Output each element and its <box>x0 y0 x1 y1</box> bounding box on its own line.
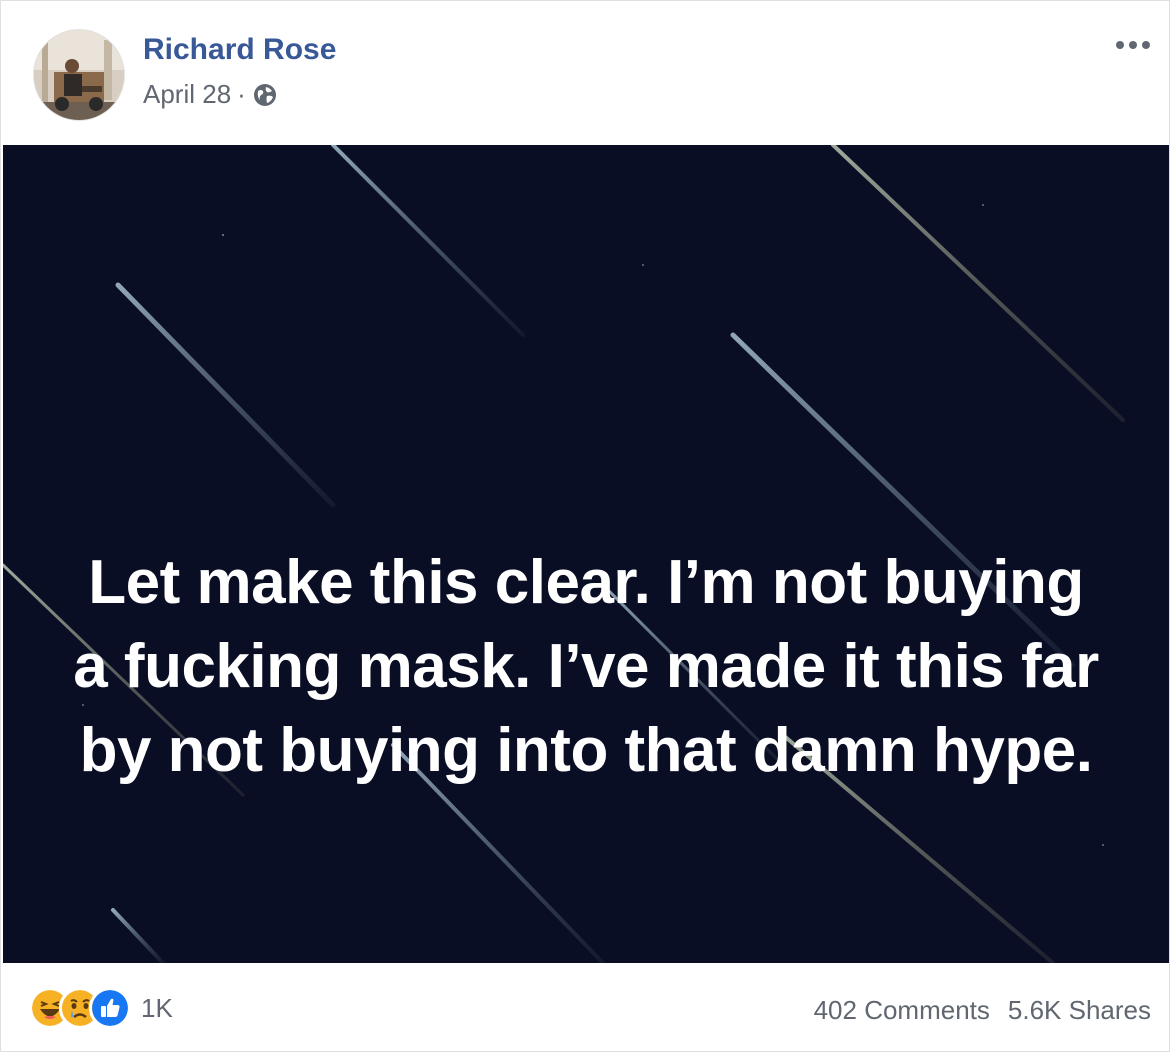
post-header: Richard Rose April 28 · <box>1 1 1169 145</box>
meta-separator: · <box>237 79 246 109</box>
post-card: Richard Rose April 28 · Let make this cl… <box>0 0 1170 1052</box>
post-status-text: Let make this clear. I’m not buying a fu… <box>73 548 1099 785</box>
engagement-stats: 402 Comments 5.6K Shares <box>814 995 1151 1026</box>
post-meta: April 28 · <box>143 79 278 110</box>
post-background-image[interactable]: Let make this clear. I’m not buying a fu… <box>3 145 1169 963</box>
like-icon <box>89 987 131 1029</box>
comments-count-link[interactable]: 402 Comments <box>814 995 990 1026</box>
avatar-photo <box>34 30 124 120</box>
more-options-button[interactable] <box>1109 31 1157 59</box>
shares-count-link[interactable]: 5.6K Shares <box>1008 995 1151 1026</box>
ellipsis-dot <box>1116 41 1124 49</box>
post-date[interactable]: April 28 <box>143 79 231 110</box>
ellipsis-dot <box>1142 41 1150 49</box>
reactions-summary[interactable]: 1K <box>29 987 173 1029</box>
globe-icon[interactable] <box>252 82 278 108</box>
author-name[interactable]: Richard Rose <box>143 33 336 67</box>
ellipsis-dot <box>1129 41 1137 49</box>
post-footer: 1K 402 Comments 5.6K Shares <box>1 963 1169 1051</box>
reaction-count: 1K <box>141 992 173 1023</box>
author-avatar[interactable] <box>33 29 125 121</box>
